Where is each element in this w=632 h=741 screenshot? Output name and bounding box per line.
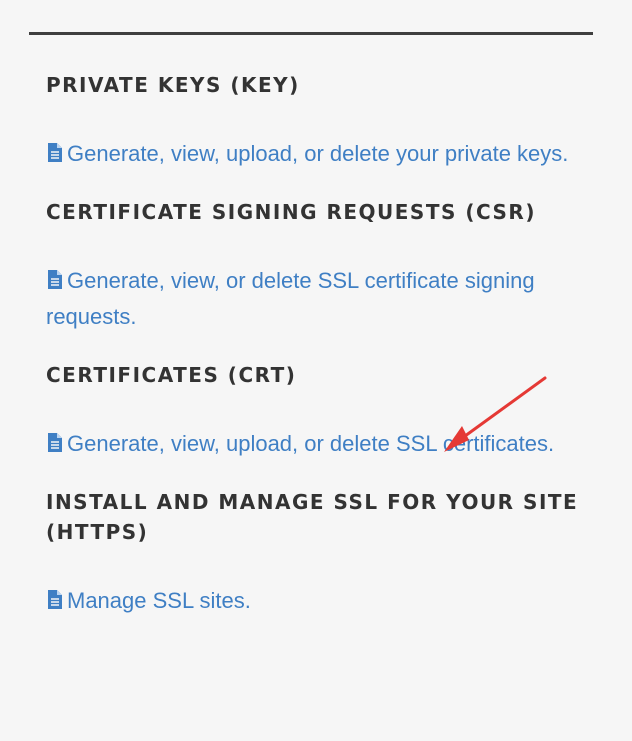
- csr-section: CERTIFICATE SIGNING REQUESTS (CSR) Gener…: [46, 197, 586, 335]
- document-icon: [48, 143, 62, 162]
- private-keys-section: PRIVATE KEYS (KEY) Generate, view, uploa…: [46, 70, 586, 172]
- private-keys-link[interactable]: Generate, view, upload, or delete your p…: [46, 136, 581, 172]
- certificates-link-label[interactable]: Generate, view, upload, or delete SSL ce…: [67, 431, 554, 456]
- certificates-link[interactable]: Generate, view, upload, or delete SSL ce…: [46, 426, 581, 462]
- ssl-tls-section-list: PRIVATE KEYS (KEY) Generate, view, uploa…: [46, 70, 586, 619]
- private-keys-link-label[interactable]: Generate, view, upload, or delete your p…: [67, 141, 568, 166]
- top-divider: [29, 32, 593, 35]
- document-icon: [48, 270, 62, 289]
- certificates-heading: CERTIFICATES (CRT): [46, 363, 297, 387]
- csr-link-label[interactable]: Generate, view, or delete SSL certificat…: [46, 268, 535, 329]
- manage-ssl-heading: INSTALL AND MANAGE SSL FOR YOUR SITE (HT…: [46, 490, 579, 544]
- document-icon: [48, 590, 62, 609]
- csr-heading: CERTIFICATE SIGNING REQUESTS (CSR): [46, 200, 536, 224]
- manage-ssl-link-label[interactable]: Manage SSL sites.: [67, 588, 251, 613]
- certificates-section: CERTIFICATES (CRT) Generate, view, uploa…: [46, 360, 586, 462]
- manage-ssl-link[interactable]: Manage SSL sites.: [46, 583, 581, 619]
- document-icon: [48, 433, 62, 452]
- manage-ssl-section: INSTALL AND MANAGE SSL FOR YOUR SITE (HT…: [46, 487, 586, 619]
- private-keys-heading: PRIVATE KEYS (KEY): [46, 73, 300, 97]
- csr-link[interactable]: Generate, view, or delete SSL certificat…: [46, 263, 581, 335]
